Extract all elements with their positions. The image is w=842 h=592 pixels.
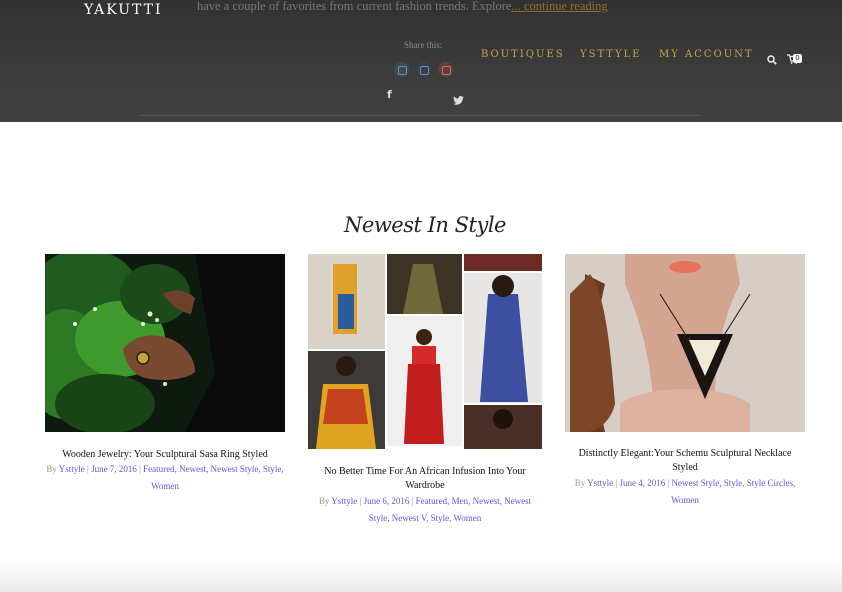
excerpt-text: have a couple of favorites from current … — [197, 0, 512, 13]
continue-reading-link[interactable]: ... continue reading — [511, 0, 607, 13]
nav-item-my-account[interactable]: MY ACCOUNT — [659, 49, 754, 60]
section-title: Newest In Style — [344, 213, 506, 237]
post-date-link[interactable]: June 6, 2016 — [364, 496, 410, 506]
post-separator: | — [615, 478, 618, 488]
post-image-1[interactable] — [45, 254, 285, 432]
post-image-2[interactable] — [308, 254, 542, 449]
post-categories[interactable]: Featured, Newest, Newest Style, Style, W… — [143, 464, 283, 491]
share-button-2[interactable] — [416, 62, 431, 77]
post-separator: | — [411, 496, 414, 506]
post-title-2[interactable]: No Better Time For An African Infusion I… — [308, 465, 542, 493]
cart-count-badge: 0 — [793, 54, 802, 63]
post-author-link[interactable]: Ysttyle — [587, 478, 613, 488]
post-separator: | — [139, 464, 141, 474]
nav-item-boutiques[interactable]: BOUTIQUES — [481, 49, 565, 60]
post-author-link[interactable]: Ysttyle — [59, 464, 85, 474]
nav-item-ysttyle[interactable]: YSTTYLE — [580, 49, 642, 60]
site-logo[interactable]: YAKUTTI — [84, 2, 163, 18]
share-label: Share this: — [404, 40, 443, 50]
post-meta-3: By Ysttyle | June 4, 2016 | Newest Style… — [565, 475, 805, 509]
post-meta-2: By Ysttyle | June 6, 2016 | Featured, Me… — [308, 493, 542, 527]
post-excerpt: have a couple of favorites from current … — [197, 0, 608, 14]
share-button-3[interactable] — [438, 62, 453, 77]
post-meta-1: By Ysttyle | June 7, 2016 | Featured, Ne… — [45, 461, 285, 495]
facebook-icon[interactable]: f — [387, 88, 392, 101]
share-button-1[interactable] — [394, 62, 409, 77]
twitter-icon[interactable] — [453, 90, 464, 109]
header-divider — [140, 115, 700, 116]
post-categories[interactable]: Newest Style, Style, Style Circles, Wome… — [671, 478, 795, 505]
search-icon[interactable] — [767, 50, 777, 69]
site-header: have a couple of favorites from current … — [0, 0, 842, 122]
post-title-1[interactable]: Wooden Jewelry: Your Sculptural Sasa Rin… — [45, 448, 285, 462]
post-separator: | — [667, 478, 670, 488]
post-by-label: By — [46, 464, 57, 474]
post-date-link[interactable]: June 4, 2016 — [619, 478, 665, 488]
post-by-label: By — [574, 478, 586, 488]
post-image-3[interactable] — [565, 254, 805, 432]
post-separator: | — [87, 464, 89, 474]
post-separator: | — [359, 496, 362, 506]
post-date-link[interactable]: June 7, 2016 — [91, 464, 137, 474]
footer-fade — [0, 560, 842, 592]
post-title-3[interactable]: Distinctly Elegant:Your Schemu Sculptura… — [565, 447, 805, 475]
post-author-link[interactable]: Ysttyle — [331, 496, 357, 506]
post-by-label: By — [318, 496, 330, 506]
